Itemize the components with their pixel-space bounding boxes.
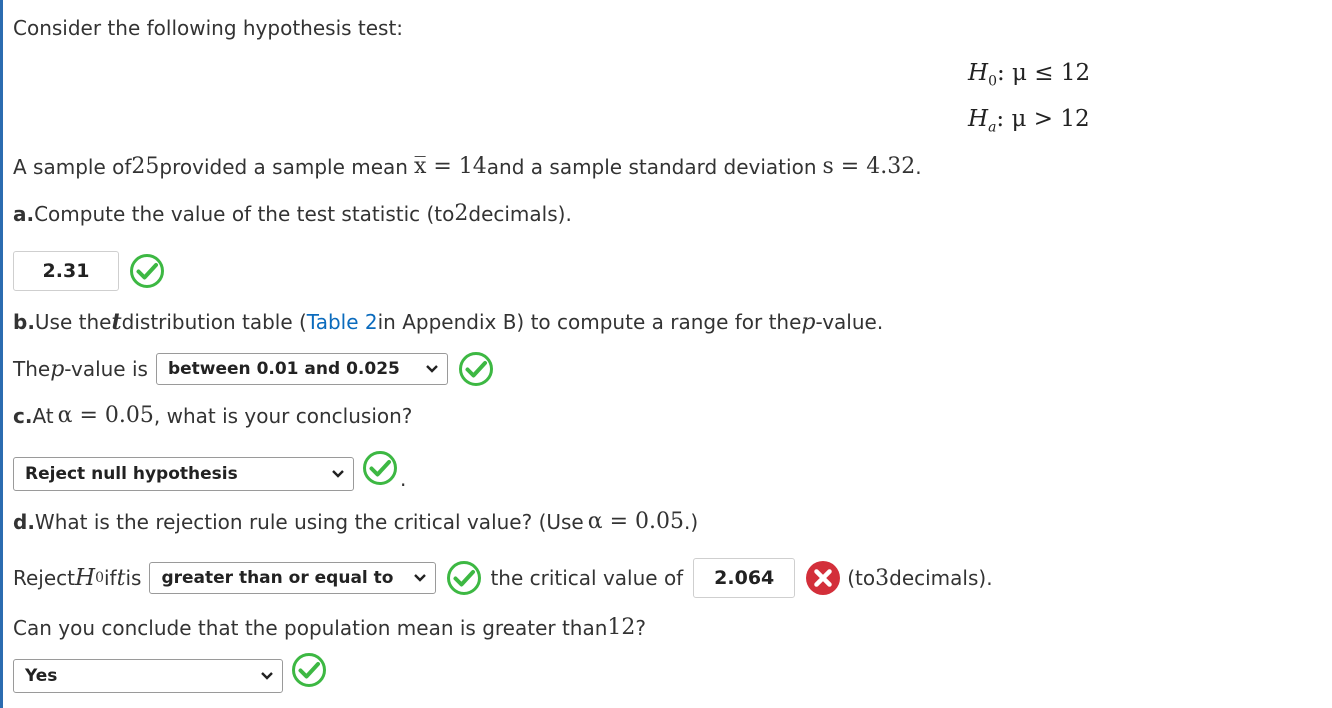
conclusion-select[interactable]: Reject null hypothesis xyxy=(13,457,354,491)
p-value-row: The p -value is between 0.01 and 0.025 xyxy=(13,351,494,387)
intro-text: Consider the following hypothesis test: xyxy=(13,16,404,40)
part-d-question: d. What is the rejection rule using the … xyxy=(13,509,699,534)
chevron-down-icon xyxy=(425,364,439,374)
check-circle-icon xyxy=(291,652,327,688)
rejection-rule-row: Reject H0 if t is greater than or equal … xyxy=(13,558,993,598)
part-b-question: b. Use the t distribution table ( Table … xyxy=(13,309,884,335)
check-circle-icon xyxy=(458,351,494,387)
p-value-select[interactable]: between 0.01 and 0.025 xyxy=(155,353,448,385)
table-2-link[interactable]: Table 2 xyxy=(307,310,378,334)
chevron-down-icon xyxy=(260,671,274,681)
chevron-down-icon xyxy=(413,573,427,583)
null-hypothesis: H0: μ ≤ 12 xyxy=(968,60,1091,90)
page-left-border xyxy=(0,0,3,708)
sample-description: A sample of 25 provided a sample mean x̅… xyxy=(13,154,922,179)
part-c-question: c. At α = 0.05 , what is your conclusion… xyxy=(13,403,413,428)
alternative-hypothesis: Ha: μ > 12 xyxy=(968,106,1090,136)
x-circle-icon xyxy=(805,560,841,596)
check-circle-icon xyxy=(446,560,482,596)
population-mean-question: Can you conclude that the population mea… xyxy=(13,615,647,640)
test-statistic-input[interactable]: 2.31 xyxy=(13,251,119,291)
part-a-answer-row: 2.31 xyxy=(13,251,165,291)
part-c-answer-row: Reject null hypothesis . xyxy=(13,445,406,491)
final-answer-row: Yes xyxy=(13,647,327,693)
check-circle-icon xyxy=(362,450,398,486)
part-a-question: a. Compute the value of the test statist… xyxy=(13,201,572,226)
chevron-down-icon xyxy=(331,469,345,479)
check-circle-icon xyxy=(129,253,165,289)
critical-value-input[interactable]: 2.064 xyxy=(693,558,796,598)
rejection-rule-select[interactable]: greater than or equal to xyxy=(149,562,437,594)
final-conclusion-select[interactable]: Yes xyxy=(13,659,283,693)
